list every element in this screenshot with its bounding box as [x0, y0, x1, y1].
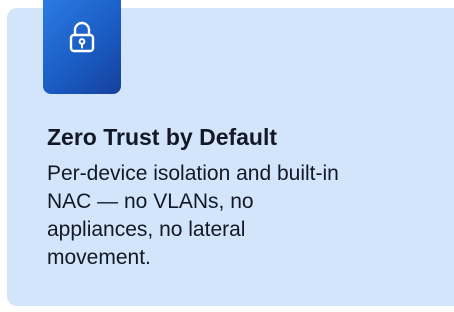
- description-line: NAC — no VLANs, no: [47, 190, 254, 213]
- icon-tile: [43, 0, 121, 94]
- feature-card: Zero Trust by Default Per-device isolati…: [7, 0, 454, 306]
- description-line: movement.: [47, 246, 151, 269]
- description-line: Per-device isolation and built-in: [47, 162, 339, 185]
- lock-icon: [69, 21, 95, 53]
- description-line: appliances, no lateral: [47, 218, 246, 241]
- feature-description: Per-device isolation and built-in NAC — …: [47, 160, 447, 272]
- feature-title: Zero Trust by Default: [47, 124, 278, 150]
